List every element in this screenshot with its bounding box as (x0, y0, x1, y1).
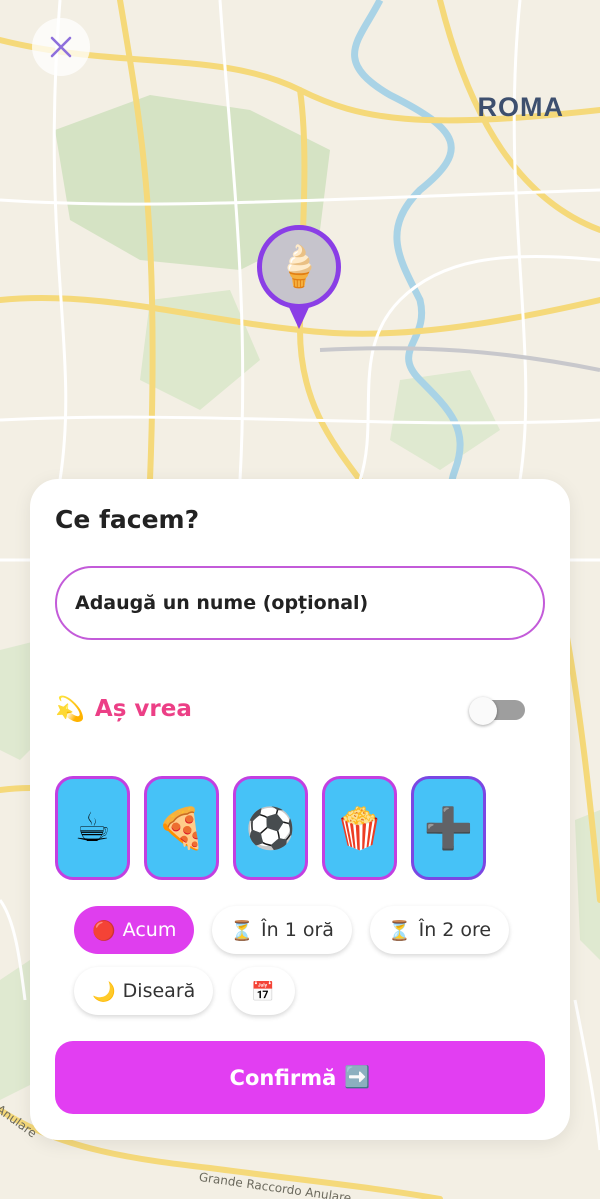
hourglass-icon: ⏳ (230, 919, 255, 942)
pin-circle: 🍦 (257, 225, 341, 309)
wish-toggle[interactable] (469, 697, 525, 725)
popcorn-icon: 🍿 (334, 805, 385, 852)
soccer-ball-icon: ⚽ (245, 805, 296, 852)
hourglass-icon: ⏳ (387, 919, 412, 942)
category-list: ☕ 🍕 ⚽ 🍿 ➕ (55, 776, 486, 880)
close-button[interactable] (32, 18, 90, 76)
confirm-label: Confirmă (229, 1065, 337, 1090)
time-chip-label: Acum (122, 919, 177, 941)
wish-label: Aș vrea (94, 696, 192, 722)
time-chip-now[interactable]: 🔴 Acum (74, 906, 195, 954)
sheet-title: Ce facem? (55, 505, 200, 534)
calendar-icon: 📅 (251, 980, 275, 1003)
close-icon (50, 36, 72, 58)
time-chip-label: În 2 ore (418, 919, 492, 941)
map-pin[interactable]: 🍦 (257, 225, 341, 331)
arrow-right-icon: ➡️ (344, 1065, 371, 1089)
moon-icon: 🌙 (92, 980, 116, 1003)
time-chip-2h[interactable]: ⏳ În 2 ore (369, 906, 510, 954)
time-chips: 🔴 Acum ⏳ În 1 oră ⏳ În 2 ore 🌙 Diseară 📅 (74, 906, 544, 1028)
time-chip-label: Diseară (122, 980, 196, 1002)
add-category-button[interactable]: ➕ (411, 776, 486, 880)
toggle-knob (469, 697, 497, 725)
time-chip-tonight[interactable]: 🌙 Diseară (74, 967, 214, 1015)
time-chip-label: În 1 oră (261, 919, 334, 941)
coffee-icon: ☕ (74, 805, 111, 851)
category-pizza[interactable]: 🍕 (144, 776, 219, 880)
plus-icon: ➕ (423, 805, 474, 852)
category-coffee[interactable]: ☕ (55, 776, 130, 880)
time-chip-calendar[interactable]: 📅 (231, 967, 295, 1015)
ice-cream-icon: 🍦 (274, 244, 324, 290)
category-football[interactable]: ⚽ (233, 776, 308, 880)
time-chip-1h[interactable]: ⏳ În 1 oră (212, 906, 352, 954)
dizzy-star-icon: 💫 (55, 695, 85, 723)
category-popcorn[interactable]: 🍿 (322, 776, 397, 880)
name-input[interactable] (55, 566, 545, 640)
wish-row: 💫 Aș vrea (55, 689, 525, 729)
red-circle-icon: 🔴 (92, 919, 116, 942)
pizza-icon: 🍕 (156, 805, 207, 852)
city-label: ROMA (477, 92, 564, 122)
activity-sheet: Ce facem? 💫 Aș vrea ☕ 🍕 ⚽ 🍿 ➕ 🔴 Acum (30, 479, 570, 1140)
confirm-button[interactable]: Confirmă ➡️ (55, 1041, 545, 1114)
